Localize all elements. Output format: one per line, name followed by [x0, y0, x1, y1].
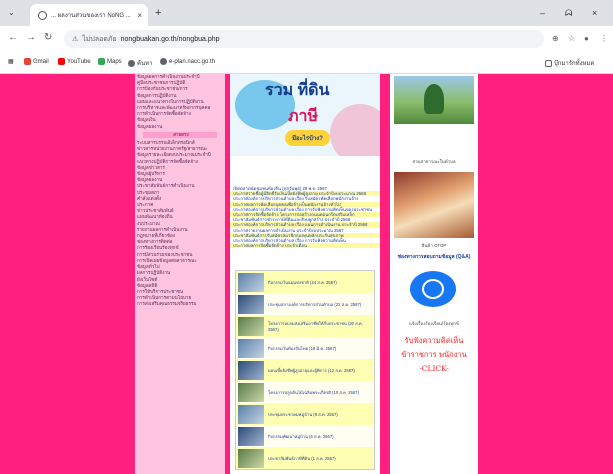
close-window-button[interactable]: ×	[592, 8, 597, 18]
video-title[interactable]: โครงการอบรมส่งเสริมอาชีพให้กับประชาชน (2…	[268, 320, 372, 332]
news-item[interactable]: ประกาศองค์การบริหารส่วนตำบล เรื่อง รับสม…	[230, 196, 380, 201]
video-title[interactable]: โครงการปลูกต้นไม้เฉลิมพระเกียรติ (10 ส.ค…	[268, 389, 359, 396]
banner-subheading: ภาษี	[288, 108, 319, 125]
video-thumbnail[interactable]	[238, 404, 264, 424]
new-tab-button[interactable]: +	[155, 7, 161, 19]
globe-icon	[160, 58, 167, 65]
qa-title[interactable]: ช่องทางการสอบถามข้อมูล (Q&A)	[394, 254, 474, 260]
video-item[interactable]: ประชาสัมพันธ์ภาษีที่ดิน (1 ส.ค. 2567)	[236, 447, 374, 469]
address-bar[interactable]: ⚠ ไม่ปลอดภัย nongbuakan.go.th/nongbua.ph…	[64, 30, 544, 48]
video-item[interactable]: โครงการอบรมส่งเสริมอาชีพให้กับประชาชน (2…	[236, 315, 374, 337]
globe-icon	[128, 59, 135, 67]
globe-icon	[38, 10, 47, 20]
video-thumbnail[interactable]	[238, 294, 264, 314]
chat-bubble-icon	[422, 279, 444, 299]
park-caption[interactable]: สวนสาธารณะในตำบล	[394, 158, 474, 165]
menu-item[interactable]: ข้อมูลผลงาน	[135, 124, 225, 130]
menu-item[interactable]: การส่งเสริมคุณธรรมจริยธรรม	[135, 301, 225, 307]
minimize-button[interactable]: –	[540, 8, 545, 18]
video-title[interactable]: ประชุมประชาคมหมู่บ้าน (8 ส.ค. 2567)	[268, 411, 338, 418]
bookmark-search[interactable]: ค้นหา	[128, 58, 152, 68]
complaint-link[interactable]: รับฟังความคิดเห็น ข้าราชการ พนักงาน -CLI…	[394, 334, 474, 376]
video-list: กิจกรรมวันแม่แห่งชาติ (24 ส.ค. 2567) ประช…	[235, 270, 375, 470]
browser-chrome: ⌄ ... ผลงานส่วนของเรา NoNG ... × + – ᗣ ×…	[0, 0, 613, 74]
maps-icon	[98, 58, 105, 65]
tree-shape	[424, 84, 444, 114]
bookmark-youtube[interactable]: YouTube	[58, 58, 91, 65]
qa-caption[interactable]: แจ้งเรื่องร้องเรียน/ร้องทุกข์	[394, 320, 474, 327]
tab-title: ... ผลงานส่วนของเรา NoNG ...	[51, 13, 131, 19]
complaint-line-2: ข้าราชการ พนักงาน	[401, 350, 467, 359]
video-thumbnail[interactable]	[238, 316, 264, 336]
video-thumbnail[interactable]	[238, 360, 264, 380]
video-item[interactable]: กิจกรรมพัฒนาหมู่บ้าน (5 ส.ค. 2567)	[236, 425, 374, 447]
news-item[interactable]: ประกาศผลการจัดซื้อจัดจ้าง ประจำเดือน	[230, 243, 380, 249]
decoration	[330, 104, 380, 156]
menu-item[interactable]: สายตรง	[143, 131, 217, 139]
folder-icon	[545, 59, 552, 67]
video-item[interactable]: มอบเบี้ยยังชีพผู้สูงอายุและผู้พิการ (12 …	[236, 359, 374, 381]
bookmark-star-icon[interactable]: ☆	[568, 34, 575, 43]
video-thumbnail[interactable]	[238, 272, 264, 292]
bookmark-gmail[interactable]: Gmail	[24, 58, 49, 65]
close-tab-icon[interactable]: ×	[137, 11, 142, 20]
profile-icon[interactable]: ●	[584, 34, 589, 43]
video-title[interactable]: มอบเบี้ยยังชีพผู้สูงอายุและผู้พิการ (12 …	[268, 367, 355, 374]
web-page: ข้อมูลผลการดำเนินงานประจำปี คู่มือประชาชน…	[0, 74, 613, 474]
video-title[interactable]: ประชุมสภาองค์การบริหารส่วนตำบล (22 ส.ค. …	[268, 301, 361, 308]
forward-icon[interactable]: →	[26, 32, 36, 43]
back-icon[interactable]: ←	[8, 32, 18, 43]
video-title[interactable]: กิจกรรมวันแม่แห่งชาติ (24 ส.ค. 2567)	[268, 279, 337, 286]
restore-button[interactable]: ᗣ	[565, 8, 572, 19]
complaint-line-1: รับฟังความคิดเห็น	[404, 336, 464, 345]
zoom-icon[interactable]: ⊕	[552, 34, 559, 43]
video-thumbnail[interactable]	[238, 338, 264, 358]
active-tab[interactable]: ... ผลงานส่วนของเรา NoNG ... ×	[30, 4, 148, 26]
otop-photo[interactable]	[394, 172, 474, 238]
gmail-icon	[24, 58, 31, 65]
all-bookmarks[interactable]: บุ๊กมาร์กทั้งหมด	[545, 58, 594, 68]
more-menu-icon[interactable]: ⋮	[600, 34, 608, 43]
video-thumbnail[interactable]	[238, 426, 264, 446]
news-list: เปิดตลาดนัดชุมชนท้องถิ่น (ทุกวันพุธ) 28 …	[230, 186, 380, 268]
main-content: รวม ที่ดิน ภาษี มีอะไรบ้าง? เปิดตลาดนัดช…	[230, 74, 380, 474]
url-text: nongbuakan.go.th/nongbua.php	[120, 35, 220, 43]
bookmark-eplan[interactable]: e-plan.nacc.go.th	[160, 58, 215, 65]
banner-button[interactable]: มีอะไรบ้าง?	[285, 130, 330, 146]
right-sidebar: สวนสาธารณะในตำบล สินค้า OTOP ช่องทางการส…	[390, 74, 478, 474]
not-secure-label[interactable]: ไม่ปลอดภัย	[82, 34, 116, 45]
video-title[interactable]: ประชาสัมพันธ์ภาษีที่ดิน (1 ส.ค. 2567)	[268, 455, 336, 462]
tab-search-icon[interactable]: ⌄	[8, 8, 15, 17]
video-thumbnail[interactable]	[238, 382, 264, 402]
tax-banner[interactable]: รวม ที่ดิน ภาษี มีอะไรบ้าง?	[230, 74, 380, 156]
video-thumbnail[interactable]	[238, 448, 264, 468]
reload-icon[interactable]: ↻	[44, 32, 52, 43]
park-photo[interactable]	[394, 76, 474, 124]
tab-bar: ⌄ ... ผลงานส่วนของเรา NoNG ... × + – ᗣ ×	[0, 0, 613, 26]
youtube-icon	[58, 58, 65, 65]
video-item[interactable]: ประชุมประชาคมหมู่บ้าน (8 ส.ค. 2567)	[236, 403, 374, 425]
apps-grid-icon[interactable]: ▦	[8, 58, 14, 65]
bookmark-maps[interactable]: Maps	[98, 58, 122, 65]
video-item[interactable]: โครงการปลูกต้นไม้เฉลิมพระเกียรติ (10 ส.ค…	[236, 381, 374, 403]
video-item[interactable]: ประชุมสภาองค์การบริหารส่วนตำบล (22 ส.ค. …	[236, 293, 374, 315]
navigation-row: ← → ↻ ⚠ ไม่ปลอดภัย nongbuakan.go.th/nong…	[0, 26, 613, 52]
banner-heading: รวม ที่ดิน	[265, 82, 330, 99]
video-item[interactable]: กิจกรรมวันแม่แห่งชาติ (24 ส.ค. 2567)	[236, 271, 374, 293]
bookmarks-bar: ▦ Gmail YouTube Maps ค้นหา e-plan.nacc.g…	[0, 52, 613, 72]
video-item[interactable]: กิจกรรมวันท้องถิ่นไทย (18 มี.ค. 2567)	[236, 337, 374, 359]
left-navigation-menu: ข้อมูลผลการดำเนินงานประจำปี คู่มือประชาชน…	[135, 74, 225, 474]
warning-icon: ⚠	[72, 36, 79, 43]
video-title[interactable]: กิจกรรมวันท้องถิ่นไทย (18 มี.ค. 2567)	[268, 345, 336, 352]
messenger-icon[interactable]	[410, 271, 456, 307]
video-title[interactable]: กิจกรรมพัฒนาหมู่บ้าน (5 ส.ค. 2567)	[268, 433, 334, 440]
complaint-line-3: -CLICK-	[419, 364, 449, 373]
news-item[interactable]: ประกาศองค์การบริหารส่วนตำบล เรื่อง แผนกา…	[230, 222, 380, 228]
otop-caption[interactable]: สินค้า OTOP	[394, 242, 474, 249]
